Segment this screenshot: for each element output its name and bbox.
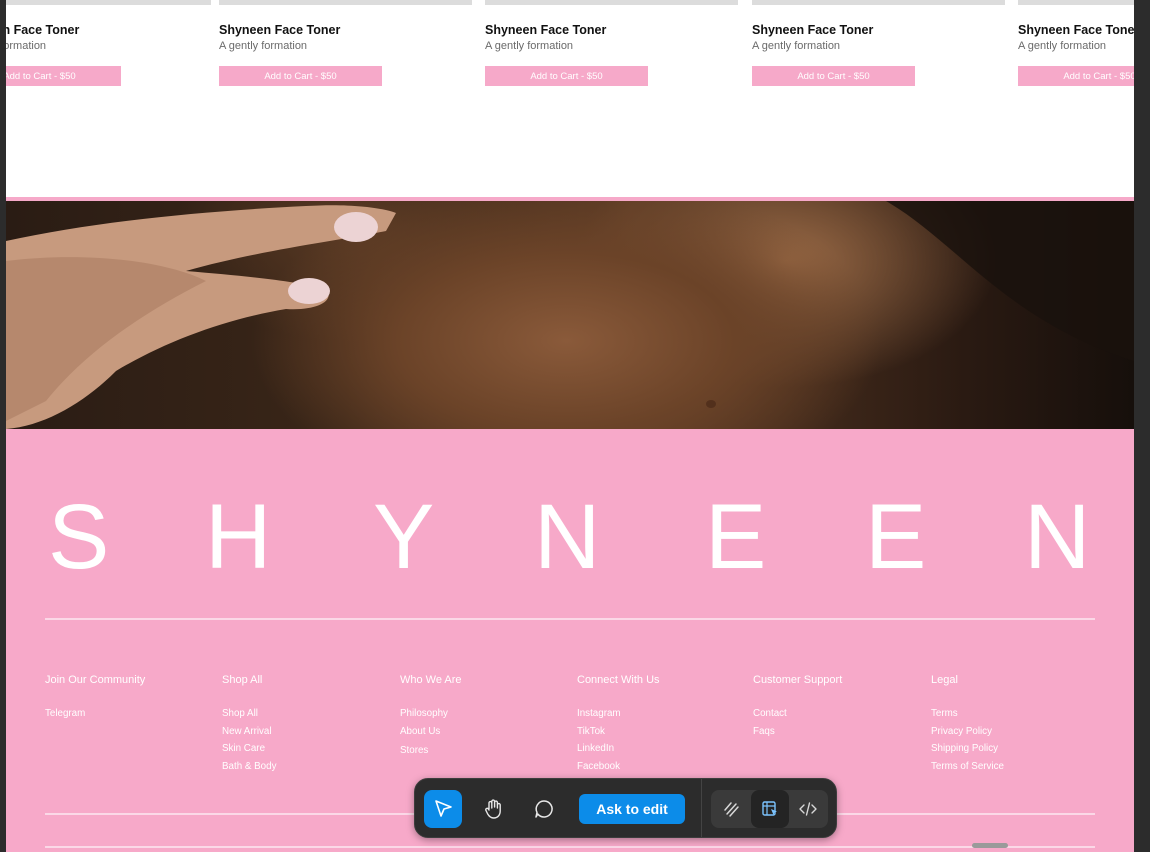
code-icon [799,802,817,816]
toolbar-separator [701,779,702,837]
footer-divider [45,618,1095,620]
add-to-cart-button[interactable]: Add to Cart - $50 [752,66,915,86]
product-description: A gently formation [6,40,47,52]
footer-link[interactable]: Terms of Service [931,758,1004,776]
product-name: Shyneen Face Toner [219,23,341,37]
product-card[interactable]: Shyneen Face Toner A gently formation Ad… [752,0,1005,100]
right-canvas-gutter [1134,0,1150,852]
footer-divider [45,846,1095,848]
design-canvas[interactable]: Shyneen Face Toner A gently formation Ad… [6,0,1134,852]
footer-link[interactable]: Contact [753,705,842,723]
draw-icon [724,802,739,817]
hand-icon [485,799,501,819]
footer-link[interactable]: New Arrival [222,723,276,741]
comment-icon [535,800,553,818]
product-card[interactable]: Shyneen Face Toner A gently formation Ad… [1018,0,1134,100]
pointer-icon [435,800,452,817]
product-description: A gently formation [485,40,574,52]
footer-link[interactable]: Telegram [45,705,145,723]
footer-column-support: Customer Support Contact Faqs [753,674,842,740]
hero-photo [6,201,1134,429]
wordmark-letter: H [205,486,272,588]
footer-column-title: Who We Are [400,674,462,686]
wordmark-letter: E [865,486,927,588]
footer-column-title: Shop All [222,674,263,686]
wordmark-letter: E [705,486,767,588]
product-name: Shyneen Face Toner [752,23,874,37]
hand-illustration [6,201,1134,429]
footer-link[interactable]: About Us [400,723,462,741]
product-description: A gently formation [1018,40,1107,52]
footer-link[interactable]: Facebook [577,758,660,776]
comment-tool-button[interactable] [525,790,563,828]
move-tool-button[interactable] [424,790,462,828]
product-image [6,0,211,5]
footer-link[interactable]: Terms [931,705,1004,723]
product-card[interactable]: Shyneen Face Toner A gently formation Ad… [219,0,472,100]
product-grid: Shyneen Face Toner A gently formation Ad… [6,0,1134,197]
hand-tool-button[interactable] [475,790,513,828]
product-card[interactable]: Shyneen Face Toner A gently formation Ad… [6,0,211,100]
wordmark-letter: N [534,486,601,588]
footer-link[interactable]: TikTok [577,723,660,741]
product-image [1018,0,1134,5]
draw-mode-button[interactable] [713,790,751,828]
wordmark-letter: Y [373,486,435,588]
product-description: A gently formation [752,40,841,52]
product-image [219,0,472,5]
wordmark-letter: S [48,486,110,588]
footer-column-social: Connect With Us Instagram TikTok LinkedI… [577,674,660,775]
footer-link[interactable]: Privacy Policy [931,723,1004,741]
footer-link[interactable]: Instagram [577,705,660,723]
footer-link[interactable]: Skin Care [222,740,276,758]
footer-link[interactable]: Bath & Body [222,758,276,776]
footer-column-title: Legal [931,674,958,686]
product-name: Shyneen Face Toner [485,23,607,37]
add-to-cart-button[interactable]: Add to Cart - $50 [485,66,648,86]
footer-link[interactable]: Faqs [753,723,842,741]
footer-column-title: Customer Support [753,674,843,686]
product-image [752,0,1005,5]
brand-wordmark: S H Y N E E N [6,487,1134,587]
footer-column-community: Join Our Community Telegram [45,674,145,723]
ask-to-edit-button[interactable]: Ask to edit [579,794,685,824]
wordmark-letter: N [1024,486,1091,588]
footer-link[interactable]: Shipping Policy [931,740,1004,758]
footer-column-shop: Shop All Shop All New Arrival Skin Care … [222,674,276,775]
footer-column-title: Join Our Community [45,674,146,686]
product-name: Shyneen Face Toner [6,23,80,37]
product-card[interactable]: Shyneen Face Toner A gently formation Ad… [485,0,738,100]
scrollbar-thumb[interactable] [972,843,1008,848]
footer-column-about: Who We Are Philosophy About Us Stores [400,674,462,760]
add-to-cart-button[interactable]: Add to Cart - $50 [6,66,121,86]
footer-column-legal: Legal Terms Privacy Policy Shipping Poli… [931,674,1004,775]
add-to-cart-button[interactable]: Add to Cart - $50 [1018,66,1134,86]
footer-link[interactable]: LinkedIn [577,740,660,758]
footer-link[interactable]: Shop All [222,705,276,723]
dev-mode-button[interactable] [751,790,789,828]
editor-toolbar: Ask to edit [414,778,837,838]
add-to-cart-button[interactable]: Add to Cart - $50 [219,66,382,86]
dev-mode-icon [762,801,777,816]
footer-link[interactable]: Philosophy [400,705,462,723]
footer-link[interactable]: Stores [400,742,462,760]
footer-column-title: Connect With Us [577,674,660,686]
product-description: A gently formation [219,40,308,52]
product-image [485,0,738,5]
product-name: Shyneen Face Toner [1018,23,1134,37]
code-view-button[interactable] [789,790,827,828]
